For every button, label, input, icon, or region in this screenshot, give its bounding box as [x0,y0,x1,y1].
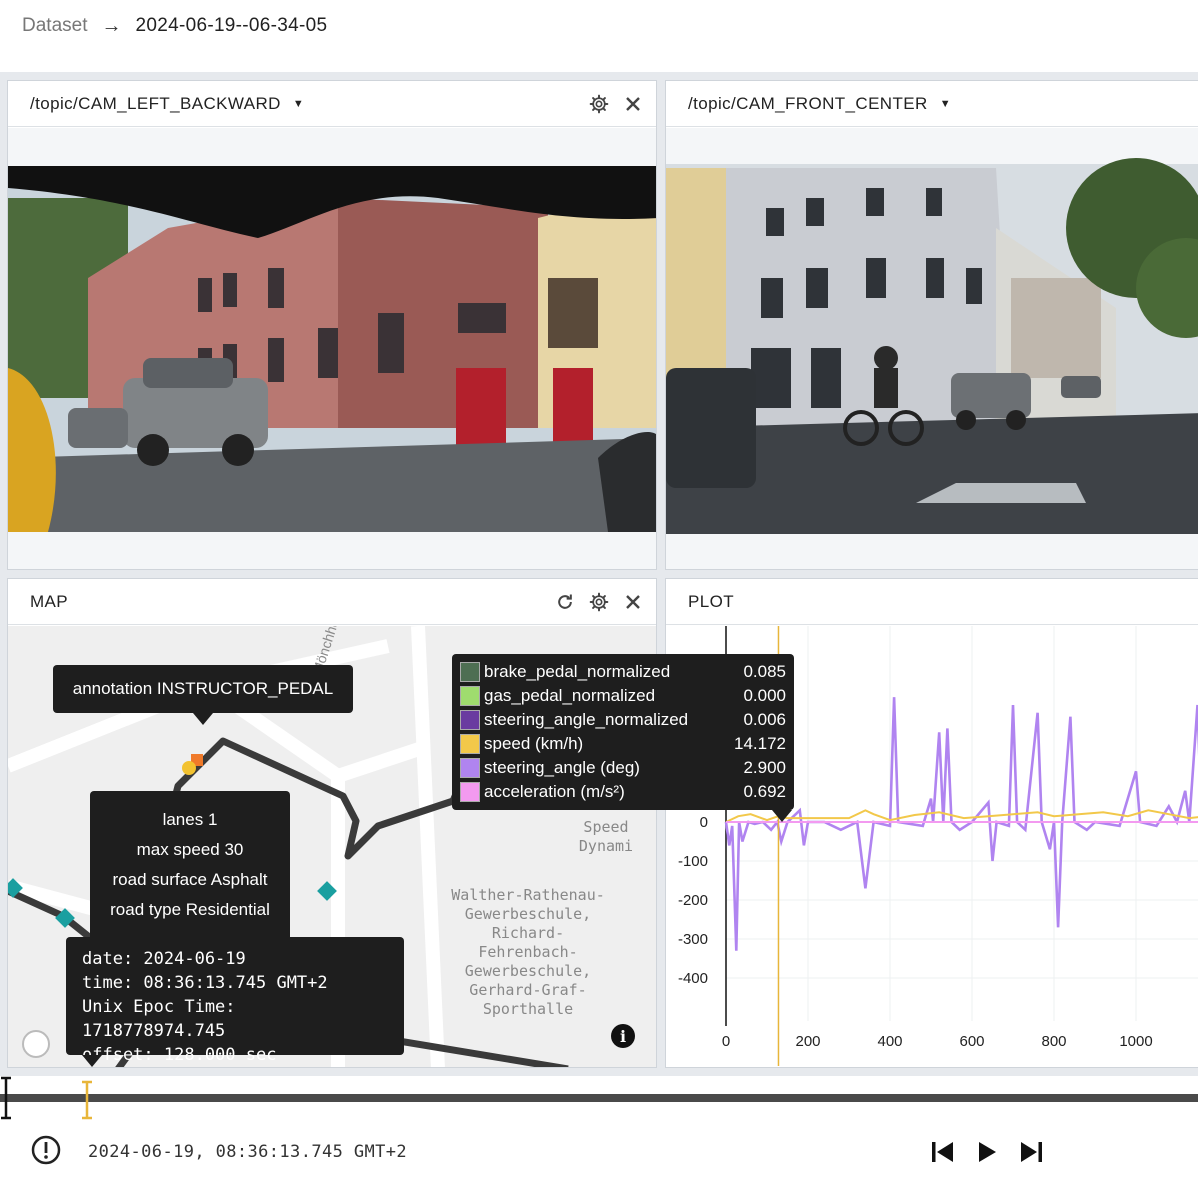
legend-row: steering_angle (deg) 2.900 [460,756,786,780]
position-marker [182,761,196,775]
breadcrumb: Dataset → 2024-06-19--06-34-05 [22,6,327,46]
timeline-start-handle[interactable] [0,1076,12,1120]
panel-header: MAP [8,579,656,625]
legend-row: steering_angle_normalized 0.006 [460,708,786,732]
cam-front-panel: /topic/CAM_FRONT_CENTER ▼ [665,80,1198,570]
timeline-playhead[interactable] [81,1076,93,1120]
play-icon[interactable] [972,1136,1002,1168]
map-panel: MAP i Speed Dynami Walther-Rathenau- Gew… [7,578,657,1068]
legend-swatch [460,686,480,706]
skip-forward-icon[interactable] [1016,1136,1046,1168]
skip-back-icon[interactable] [928,1136,958,1168]
legend-swatch [460,758,480,778]
panel-title: MAP [30,591,69,611]
place-label: Speed Dynami [578,818,634,855]
x-tick-label: 400 [877,1033,902,1050]
panel-header: /topic/CAM_LEFT_BACKWARD ▼ [8,81,656,127]
legend-row: gas_pedal_normalized 0.000 [460,684,786,708]
panel-header: PLOT [666,579,1198,625]
caret-down-icon[interactable]: ▼ [940,98,951,110]
camera-view [8,128,656,569]
panel-header: /topic/CAM_FRONT_CENTER ▼ [666,81,1198,127]
gear-icon[interactable] [588,93,610,115]
camera-image-left [8,128,656,569]
legend-row: acceleration (m/s²) 0.692 [460,780,786,804]
annotation-tooltip: annotation INSTRUCTOR_PEDAL [53,665,353,725]
caret-down-icon[interactable]: ▼ [293,98,304,110]
legend-swatch [460,662,480,682]
x-tick-label: 200 [795,1033,820,1050]
y-tick-label: -100 [678,853,708,870]
x-tick-label: 800 [1041,1033,1066,1050]
y-tick-label: -300 [678,931,708,948]
close-icon[interactable] [622,591,644,613]
place-label-school: Walther-Rathenau- Gewerbeschule, Richard… [451,886,605,1018]
y-tick-label: -200 [678,892,708,909]
timeline-track[interactable] [0,1094,1198,1102]
breadcrumb-current: 2024-06-19--06-34-05 [135,15,328,36]
legend-row: speed (km/h) 14.172 [460,732,786,756]
y-tick-label: -400 [678,970,708,987]
topic-selector[interactable]: /topic/CAM_FRONT_CENTER [688,94,928,114]
road-info-tooltip: lanes 1 max speed 30 road surface Asphal… [90,791,290,941]
x-tick-label: 0 [722,1033,730,1050]
legend-swatch [460,710,480,730]
panel-title: PLOT [688,591,735,611]
current-timestamp: 2024-06-19, 08:36:13.745 GMT+2 [88,1142,408,1162]
cam-left-panel: /topic/CAM_LEFT_BACKWARD ▼ [7,80,657,570]
time-info-tooltip: date: 2024-06-19 time: 08:36:13.745 GMT+… [66,937,404,1067]
close-icon[interactable] [622,93,644,115]
gear-icon[interactable] [588,591,610,613]
legend-swatch [460,782,480,802]
x-tick-label: 1000 [1119,1033,1152,1050]
plot-legend-tooltip: brake_pedal_normalized 0.085 gas_pedal_n… [452,654,794,822]
y-tick-label: 0 [700,814,708,831]
warning-icon[interactable] [30,1134,62,1171]
x-tick-label: 600 [959,1033,984,1050]
svg-text:i: i [620,1027,626,1046]
legend-row: brake_pedal_normalized 0.085 [460,660,786,684]
playback-controls [928,1136,1046,1168]
timeline-bar: 2024-06-19, 08:36:13.745 GMT+2 [0,1076,1198,1198]
breadcrumb-dataset-link[interactable]: Dataset [22,15,87,37]
breadcrumb-arrow-icon: → [101,14,122,37]
plot-panel: PLOT 0 -100 -200 -300 -400 0 200 400 600 800 1000 [665,578,1198,1068]
status-row: 2024-06-19, 08:36:13.745 GMT+2 [30,1132,407,1172]
top-bar: Dataset → 2024-06-19--06-34-05 [0,0,1198,72]
series-line [724,697,1198,951]
topic-selector[interactable]: /topic/CAM_LEFT_BACKWARD [30,94,281,114]
camera-view [666,128,1198,569]
camera-image-front [666,128,1198,569]
refresh-icon[interactable] [554,591,576,613]
legend-swatch [460,734,480,754]
